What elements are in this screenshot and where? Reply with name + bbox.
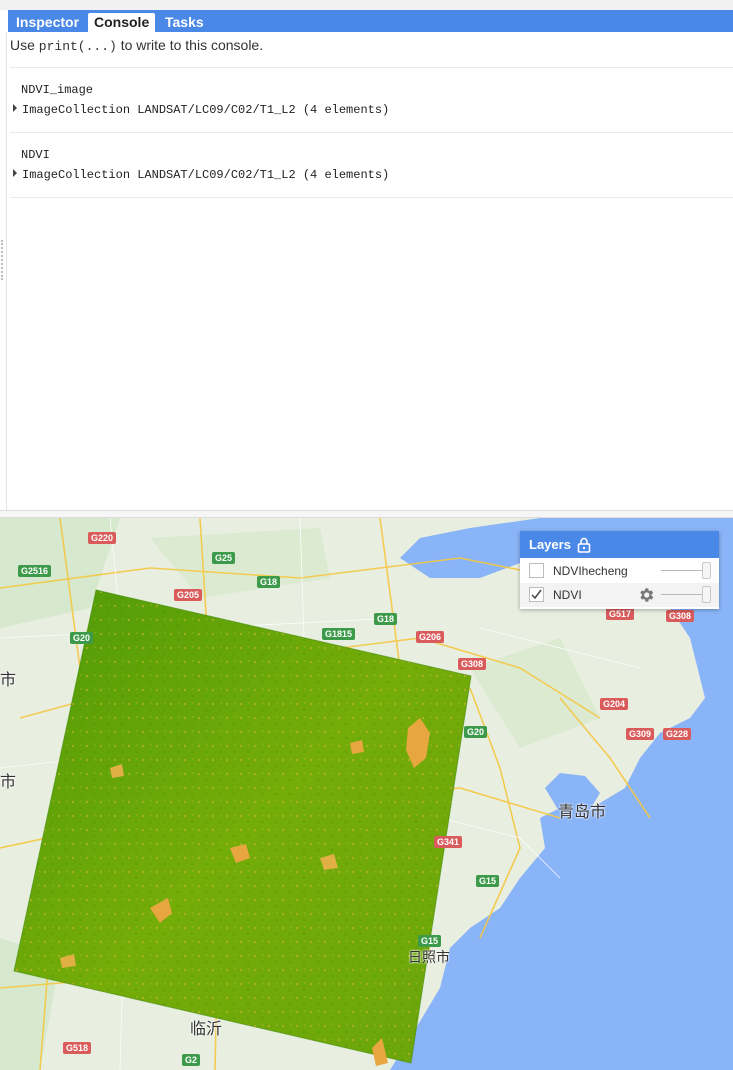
entry-value: ImageCollection LANDSAT/LC09/C02/T1_L2 (… [22, 168, 390, 182]
highway-shield: G228 [663, 728, 692, 740]
layer-row-ndvihecheng: NDVIhecheng [520, 559, 719, 583]
city-label-partial: 市 [0, 774, 17, 791]
highway-shield: G18 [257, 576, 281, 588]
expand-triangle-icon[interactable] [13, 104, 17, 112]
console-hint: Use print(...) to write to this console. [10, 37, 263, 54]
tab-inspector[interactable]: Inspector [10, 13, 85, 32]
hint-suffix: to write to this console. [120, 37, 264, 53]
divider [10, 67, 733, 68]
top-strip [0, 0, 733, 10]
checkmark-icon [531, 589, 542, 600]
entry-expand-ndvi[interactable]: ImageCollection LANDSAT/LC09/C02/T1_L2 (… [13, 168, 389, 182]
highway-shield: G205 [174, 589, 203, 601]
highway-shield: G206 [416, 631, 445, 643]
panel-tab-bar: Inspector Console Tasks [8, 10, 733, 32]
entry-expand-ndvi-image[interactable]: ImageCollection LANDSAT/LC09/C02/T1_L2 (… [13, 103, 389, 117]
hint-code: print(...) [38, 39, 117, 54]
highway-shield: G309 [626, 728, 655, 740]
entry-label-ndvi: NDVI [21, 148, 50, 162]
divider [10, 197, 733, 198]
layer-name: NDVI [553, 588, 582, 602]
highway-shield: G341 [434, 836, 463, 848]
city-label-qingdao: 青岛市 [558, 804, 607, 821]
highway-shield: G308 [458, 658, 487, 670]
layers-title: Layers [529, 537, 571, 552]
layers-panel: Layers NDVIhecheng NDVI [520, 531, 719, 609]
tab-tasks[interactable]: Tasks [159, 13, 210, 32]
lock-icon[interactable] [577, 537, 591, 553]
city-label-linyi: 临沂 [190, 1021, 223, 1038]
highway-shield: G15 [418, 935, 442, 947]
console-output: Use print(...) to write to this console.… [6, 32, 733, 510]
tab-console[interactable]: Console [88, 13, 156, 32]
city-label-partial: 市 [0, 672, 17, 689]
highway-shield: G517 [606, 608, 635, 620]
layer-visibility-checkbox[interactable] [529, 587, 544, 602]
highway-shield: G2516 [18, 565, 52, 577]
highway-shield: G20 [70, 632, 94, 644]
entry-label-ndvi-image: NDVI_image [21, 83, 94, 97]
expand-triangle-icon[interactable] [13, 169, 17, 177]
panel-resize-handle[interactable] [1, 240, 4, 280]
gear-icon[interactable] [637, 586, 655, 604]
opacity-slider-thumb[interactable] [702, 562, 711, 579]
highway-shield: G2 [182, 1054, 201, 1066]
city-label-rizhao: 日照市 [408, 949, 450, 965]
hint-prefix: Use [10, 37, 35, 53]
layer-row-ndvi: NDVI [520, 583, 719, 607]
highway-shield: G1815 [322, 628, 356, 640]
divider [10, 132, 733, 133]
highway-shield: G518 [63, 1042, 92, 1054]
highway-shield: G308 [666, 610, 695, 622]
highway-shield: G25 [212, 552, 236, 564]
opacity-slider-thumb[interactable] [702, 586, 711, 603]
entry-value: ImageCollection LANDSAT/LC09/C02/T1_L2 (… [22, 103, 390, 117]
highway-shield: G20 [464, 726, 488, 738]
highway-shield: G204 [600, 698, 629, 710]
layer-visibility-checkbox[interactable] [529, 563, 544, 578]
highway-shield: G15 [476, 875, 500, 887]
layer-name: NDVIhecheng [553, 564, 628, 578]
layers-header: Layers [520, 531, 719, 558]
highway-shield: G220 [88, 532, 117, 544]
highway-shield: G18 [374, 613, 398, 625]
map-splitter[interactable] [0, 510, 733, 518]
